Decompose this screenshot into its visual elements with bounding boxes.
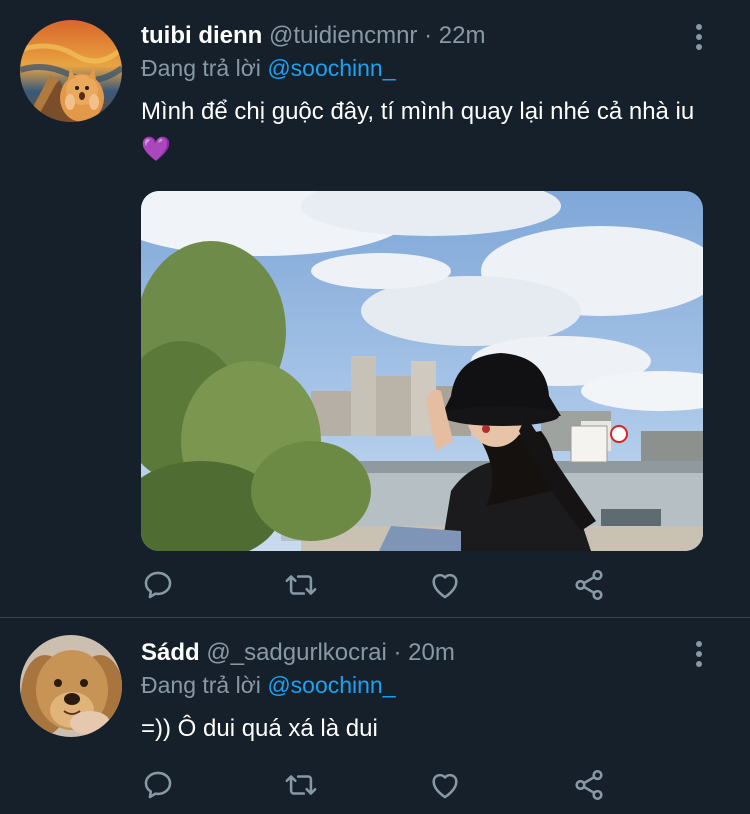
more-dot-icon xyxy=(696,44,702,50)
tweet-actions xyxy=(141,768,611,802)
photo-image xyxy=(141,191,703,551)
timestamp[interactable]: 20m xyxy=(408,639,455,666)
reply-prefix: Đang trả lời xyxy=(141,55,261,81)
share-icon xyxy=(575,569,603,601)
display-name[interactable]: tuibi dienn xyxy=(141,22,262,49)
display-name[interactable]: Sádd xyxy=(141,639,200,666)
tweet[interactable]: tuibi dienn @tuidiencmnr · 22m Đang trả … xyxy=(0,0,750,618)
more-dot-icon xyxy=(696,651,702,657)
avatar[interactable] xyxy=(20,635,122,737)
tweet-header: tuibi dienn @tuidiencmnr · 22m xyxy=(141,21,702,51)
retweet-button[interactable] xyxy=(284,568,318,602)
tweet-actions xyxy=(141,568,611,602)
tweet-text: Mình để chị guộc đây, tí mình quay lại n… xyxy=(141,98,695,163)
reply-mention-link[interactable]: @soochinn_ xyxy=(267,55,395,81)
tweet-media-photo[interactable] xyxy=(141,191,703,551)
tweet[interactable]: Sádd @_sadgurlkocrai · 20m Đang trả lời … xyxy=(0,618,750,814)
tweet-content: tuibi dienn @tuidiencmnr · 22m Đang trả … xyxy=(141,21,702,169)
more-dot-icon xyxy=(696,24,702,30)
reply-context: Đang trả lời @soochinn_ xyxy=(141,670,702,700)
tweet-text: =)) Ô dui quá xá là dui xyxy=(141,715,378,742)
like-icon xyxy=(432,773,458,799)
dog-avatar-icon xyxy=(20,635,122,737)
reply-context: Đang trả lời @soochinn_ xyxy=(141,53,702,83)
timestamp[interactable]: 22m xyxy=(439,22,486,49)
tweet-header: Sádd @_sadgurlkocrai · 20m xyxy=(141,638,702,668)
reply-prefix: Đang trả lời xyxy=(141,672,261,698)
reply-mention-link[interactable]: @soochinn_ xyxy=(267,672,395,698)
separator: · xyxy=(424,22,433,49)
retweet-icon xyxy=(285,575,317,595)
reply-button[interactable] xyxy=(141,568,175,602)
separator: · xyxy=(393,639,402,666)
username[interactable]: @tuidiencmnr xyxy=(269,22,417,49)
reply-icon xyxy=(144,771,172,799)
reply-button[interactable] xyxy=(141,768,175,802)
like-button[interactable] xyxy=(428,768,462,802)
more-dot-icon xyxy=(696,661,702,667)
share-button[interactable] xyxy=(572,768,606,802)
more-options-button[interactable] xyxy=(688,22,710,52)
more-options-button[interactable] xyxy=(688,639,710,669)
scream-cat-avatar-icon xyxy=(20,20,122,122)
retweet-icon xyxy=(285,775,317,795)
like-icon xyxy=(432,573,458,599)
share-icon xyxy=(575,769,603,801)
more-dot-icon xyxy=(696,641,702,647)
tweet-content: Sádd @_sadgurlkocrai · 20m Đang trả lời … xyxy=(141,638,702,748)
username[interactable]: @_sadgurlkocrai xyxy=(206,639,386,666)
avatar[interactable] xyxy=(20,20,122,122)
retweet-button[interactable] xyxy=(284,768,318,802)
more-dot-icon xyxy=(696,34,702,40)
reply-icon xyxy=(144,571,172,599)
share-button[interactable] xyxy=(572,568,606,602)
like-button[interactable] xyxy=(428,568,462,602)
